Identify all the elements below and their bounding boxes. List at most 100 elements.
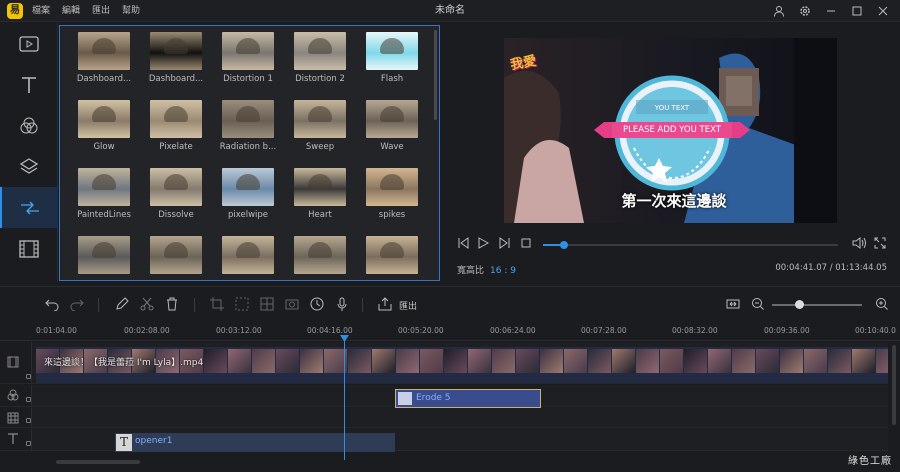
playhead[interactable] xyxy=(344,335,345,460)
transition-label xyxy=(212,278,284,280)
duration-clock-icon[interactable] xyxy=(310,297,324,311)
transition-item[interactable]: spikes xyxy=(356,168,428,223)
menu-help[interactable]: 幫助 xyxy=(122,0,140,22)
seek-bar[interactable] xyxy=(543,241,838,249)
microphone-icon[interactable] xyxy=(335,297,349,311)
export-icon[interactable] xyxy=(378,297,392,311)
menu-export[interactable]: 匯出 xyxy=(92,0,110,22)
transition-label: Dashboard... xyxy=(76,74,132,84)
transition-item[interactable] xyxy=(356,236,428,280)
redo-icon[interactable] xyxy=(70,297,84,311)
account-icon[interactable] xyxy=(768,0,790,22)
close-icon[interactable] xyxy=(872,0,894,22)
transition-item[interactable] xyxy=(212,236,284,280)
transition-item[interactable]: Sweep xyxy=(284,100,356,155)
transition-label: Glow xyxy=(93,142,115,152)
panel-scrollbar[interactable] xyxy=(434,30,437,120)
export-button[interactable]: 匯出 xyxy=(399,299,417,312)
transition-item[interactable]: Dashboard... xyxy=(68,32,140,87)
clip-frame xyxy=(876,349,888,373)
rail-elements[interactable] xyxy=(0,228,58,269)
resize-icon[interactable] xyxy=(235,297,249,311)
filter-circles-icon xyxy=(19,116,39,136)
stop-icon[interactable] xyxy=(520,237,532,249)
lock-icon[interactable] xyxy=(26,374,31,379)
fx-clip-label: Erode 5 xyxy=(416,393,451,403)
ruler-tick: 00:10:40.0 xyxy=(855,326,896,335)
text-clip[interactable]: T opener1 xyxy=(115,433,395,452)
zoom-out-icon[interactable] xyxy=(751,297,765,311)
transition-label xyxy=(284,278,356,280)
clip-frame xyxy=(276,349,299,373)
transition-label: Wave xyxy=(380,142,404,152)
transition-item[interactable]: Pixelate xyxy=(140,100,212,155)
fx-clip[interactable]: Erode 5 xyxy=(395,389,541,408)
ruler-tick: 00:05:20.00 xyxy=(398,326,444,335)
transition-item[interactable] xyxy=(68,236,140,280)
transition-thumbnail xyxy=(78,236,130,274)
transition-item[interactable]: Distortion 2 xyxy=(284,32,356,87)
transition-item[interactable]: Glow xyxy=(68,100,140,155)
watermark: 綠色工廠 xyxy=(848,456,892,467)
rail-media[interactable] xyxy=(0,23,58,64)
zoom-in-icon[interactable] xyxy=(875,297,889,311)
transition-thumbnail xyxy=(366,168,418,206)
prev-frame-icon[interactable] xyxy=(457,237,469,249)
lock-icon[interactable] xyxy=(26,397,31,402)
rail-overlays[interactable] xyxy=(0,146,58,187)
next-frame-icon[interactable] xyxy=(499,237,511,249)
edit-pencil-icon[interactable] xyxy=(115,297,129,311)
transition-item[interactable]: Flash xyxy=(356,32,428,87)
clip-frame xyxy=(828,349,851,373)
crop-icon[interactable] xyxy=(210,297,224,311)
timeline-hscrollbar[interactable] xyxy=(56,460,140,464)
fullscreen-icon[interactable] xyxy=(874,237,886,249)
aspect-ratio[interactable]: 寬高比 16 : 9 xyxy=(457,263,516,276)
transition-thumbnail xyxy=(78,168,130,206)
maximize-icon[interactable] xyxy=(846,0,868,22)
transition-item[interactable] xyxy=(140,236,212,280)
screenshot-icon[interactable] xyxy=(285,297,299,311)
transition-item[interactable]: Distortion 1 xyxy=(212,32,284,87)
menu-file[interactable]: 檔案 xyxy=(32,0,50,22)
rail-text[interactable] xyxy=(0,64,58,105)
video-clip[interactable]: 來這邊談！【我是蕾菈 I'm Lyla】.mp4 xyxy=(36,347,888,383)
transition-item[interactable]: Dashboard... xyxy=(140,32,212,87)
lock-icon[interactable] xyxy=(26,441,31,446)
zoom-slider-knob[interactable] xyxy=(795,300,804,309)
ruler-tick: 0:01:04.00 xyxy=(36,326,77,335)
transition-item[interactable]: Radiation b... xyxy=(212,100,284,155)
minimize-icon[interactable] xyxy=(820,0,842,22)
transition-thumbnail xyxy=(150,236,202,274)
mosaic-icon[interactable] xyxy=(260,297,274,311)
transition-item[interactable]: PaintedLines xyxy=(68,168,140,223)
transition-label: Flash xyxy=(380,74,404,84)
lock-icon[interactable] xyxy=(26,418,31,423)
effects-track-header xyxy=(0,385,32,406)
transition-item[interactable]: pixelwipe xyxy=(212,168,284,223)
transition-thumbnail xyxy=(294,168,346,206)
preview-area: 我愛 YOU TEXT PLEASE ADD YOU TEXT 第一次來這邊談 … xyxy=(441,23,900,281)
seek-knob[interactable] xyxy=(559,241,568,249)
play-icon[interactable] xyxy=(477,237,489,249)
fit-timeline-icon[interactable] xyxy=(726,297,740,311)
settings-icon[interactable] xyxy=(794,0,816,22)
volume-icon[interactable] xyxy=(852,237,866,249)
zoom-slider[interactable] xyxy=(772,304,862,306)
aspect-label: 寬高比 xyxy=(457,266,485,276)
rail-transitions[interactable] xyxy=(0,187,58,228)
delete-trash-icon[interactable] xyxy=(165,297,179,311)
clip-frame xyxy=(396,349,419,373)
transition-item[interactable]: Wave xyxy=(356,100,428,155)
rail-filters[interactable] xyxy=(0,105,58,146)
timeline-vscrollbar[interactable] xyxy=(892,345,896,425)
menu-edit[interactable]: 編輯 xyxy=(62,0,80,22)
toolbar-divider xyxy=(98,298,99,312)
timeline-ruler[interactable]: 0:01:04.00 00:02:08.00 00:03:12.00 00:04… xyxy=(0,323,900,341)
undo-icon[interactable] xyxy=(45,297,59,311)
transition-item[interactable] xyxy=(284,236,356,280)
transitions-grid: Dashboard... Dashboard... Distortion 1 Dist… xyxy=(68,32,428,280)
transition-item[interactable]: Dissolve xyxy=(140,168,212,223)
cut-scissors-icon[interactable] xyxy=(140,297,154,311)
transition-item[interactable]: Heart xyxy=(284,168,356,223)
